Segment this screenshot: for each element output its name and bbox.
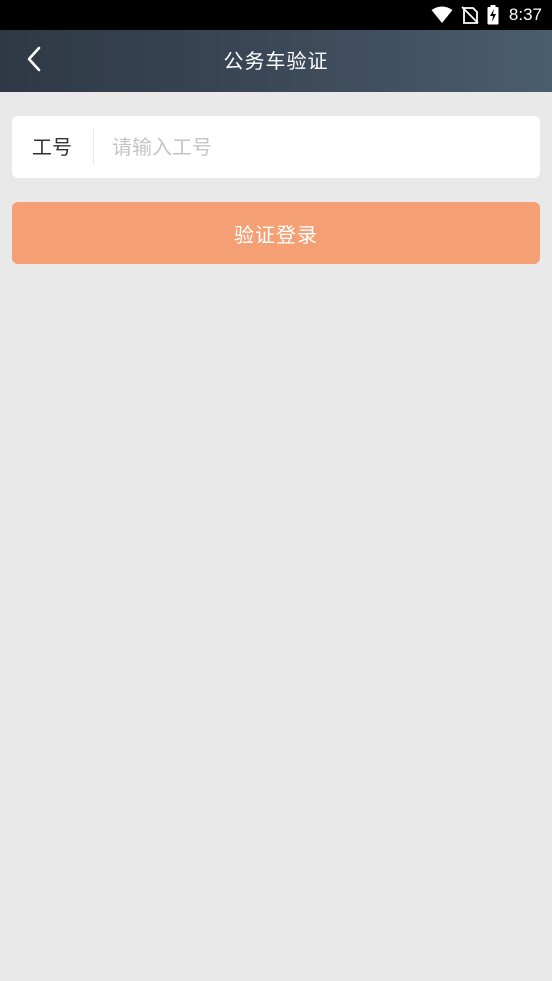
- status-icons: 8:37: [431, 0, 542, 30]
- field-divider: [93, 129, 94, 165]
- status-time: 8:37: [508, 5, 542, 24]
- verify-login-button[interactable]: 验证登录: [12, 202, 540, 264]
- page-title: 公务车验证: [223, 49, 329, 73]
- employee-id-card: 工号: [12, 116, 540, 178]
- back-button[interactable]: [18, 45, 50, 77]
- employee-id-label: 工号: [32, 135, 72, 159]
- no-sim-icon: [461, 6, 479, 24]
- employee-id-input[interactable]: [112, 116, 522, 178]
- status-bar: 8:37: [0, 0, 552, 30]
- app-header: 公务车验证: [0, 30, 552, 92]
- chevron-left-icon: [26, 46, 42, 76]
- wifi-icon: [431, 6, 453, 24]
- battery-charging-icon: [487, 5, 499, 25]
